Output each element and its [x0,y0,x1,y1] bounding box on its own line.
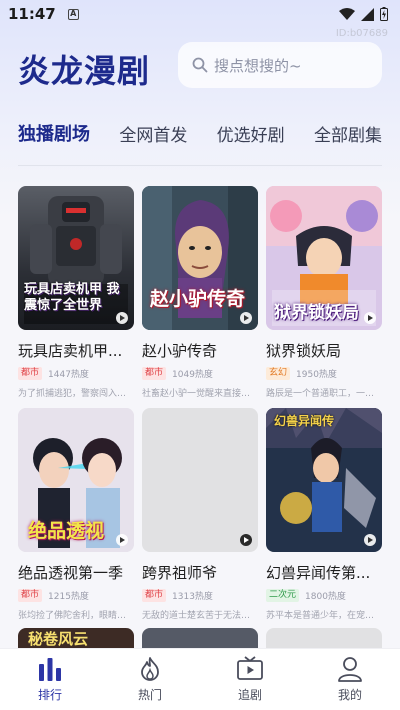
nav-hot[interactable]: 热门 [110,656,190,703]
drama-cover[interactable]: 秘卷风云 [18,628,134,648]
drama-card[interactable]: 玩具店卖机甲 我震惊了全世界 玩具店卖机甲... 都市 1447热度 为了抓捕逃… [18,186,134,408]
cover-title-text: 狱界锁妖局 [274,303,359,323]
cover-title-text: 秘卷风云 [28,630,89,648]
user-icon [338,657,362,682]
tabs-divider [18,165,382,166]
genre-tag: 二次元 [266,589,300,602]
play-icon [116,312,128,324]
drama-desc: 路辰是一个普通职工，一次... [266,389,382,399]
wifi-icon [339,7,355,20]
cover-title-text: 幻兽异闻传 [274,414,335,428]
genre-tag: 都市 [18,589,43,602]
app-title: 炎龙漫剧 [18,52,151,90]
watermark: ID:b07689 [335,28,388,39]
cover-title-text: 绝品透视 [28,520,105,542]
drama-cover[interactable]: 绝品透视 [18,408,134,552]
play-icon [364,534,376,546]
heat-count: 1800热度 [305,592,346,602]
play-icon [364,312,376,324]
drama-desc: 张均捡了佛陀舍利，眼睛突... [18,611,134,621]
drama-card[interactable]: 跨界祖师爷 都市 1313热度 无敌的道士楚玄苦于无法飞... [142,408,258,630]
drama-title[interactable]: 绝品透视第一季 [18,562,134,583]
drama-card[interactable]: 幻兽异闻传 幻兽异闻传第... 二次元 1800热度 苏平本是普通少年，在宠兽.… [266,408,382,630]
heat-count: 1313热度 [172,592,213,602]
heat-count: 1950热度 [296,370,337,380]
nav-label: 排行 [37,688,62,702]
drama-cover[interactable] [266,628,382,648]
nav-ranking[interactable]: 排行 [10,656,90,703]
status-bar: 11:47 A [0,0,400,28]
drama-title[interactable]: 玩具店卖机甲... [18,340,134,361]
flame-icon [141,657,159,681]
heat-count: 1049热度 [172,370,213,380]
drama-card[interactable]: 绝品透视 绝品透视第一季 都市 1215热度 张均捡了佛陀舍利，眼睛突... [18,408,134,630]
signal-icon [361,7,374,21]
cover-title-text: 玩具店卖机甲 我震惊了全世界 [24,282,120,313]
tab-selected[interactable]: 优选好剧 [217,121,285,146]
heat-count: 1215热度 [48,592,89,602]
play-icon [116,534,128,546]
drama-card[interactable]: 狱界锁妖局 狱界锁妖局 玄幻 1950热度 路辰是一个普通职工，一次... [266,186,382,408]
category-tabs: 独播剧场 全网首发 优选好剧 全部剧集 [18,118,382,148]
heat-count: 1447热度 [48,370,89,380]
nav-follow[interactable]: 追剧 [210,656,290,703]
drama-title[interactable]: 狱界锁妖局 [266,340,382,361]
genre-tag: 都市 [142,589,167,602]
drama-title[interactable]: 跨界祖师爷 [142,562,258,583]
drama-desc: 苏平本是普通少年，在宠兽... [266,611,382,621]
nav-label: 热门 [137,688,162,702]
drama-title[interactable]: 幻兽异闻传第... [266,562,382,583]
bottom-nav: 排行 热门 追剧 我的 [0,648,400,710]
search-input[interactable]: 搜点想搜的~ [178,42,382,88]
battery-icon [380,7,388,21]
cover-title-text: 赵小驴传奇 [150,288,246,310]
tab-premiere[interactable]: 全网首发 [119,121,187,146]
drama-cover[interactable]: 幻兽异闻传 [266,408,382,552]
search-placeholder: 搜点想搜的~ [214,56,302,75]
nav-mine[interactable]: 我的 [310,656,390,703]
drama-cover[interactable] [142,408,258,552]
drama-grid: 玩具店卖机甲 我震惊了全世界 玩具店卖机甲... 都市 1447热度 为了抓捕逃… [18,186,382,630]
drama-title[interactable]: 赵小驴传奇 [142,340,258,361]
status-time: 11:47 [8,5,56,23]
bar-chart-icon [39,658,61,681]
drama-card[interactable]: 赵小驴传奇 赵小驴传奇 都市 1049热度 社畜赵小驴一觉醒来直接占... [142,186,258,408]
genre-tag: 玄幻 [266,367,291,380]
drama-grid-next-row: 秘卷风云 [18,628,382,648]
nav-label: 我的 [337,688,362,702]
drama-cover[interactable]: 狱界锁妖局 [266,186,382,330]
tab-all[interactable]: 全部剧集 [314,121,382,146]
drama-desc: 社畜赵小驴一觉醒来直接占... [142,389,258,399]
a-notification-icon: A [67,8,79,20]
search-icon [192,57,208,73]
genre-tag: 都市 [142,367,167,380]
drama-cover[interactable]: 玩具店卖机甲 我震惊了全世界 [18,186,134,330]
drama-cover[interactable]: 赵小驴传奇 [142,186,258,330]
nav-label: 追剧 [237,688,262,702]
drama-desc: 无敌的道士楚玄苦于无法飞... [142,611,258,621]
genre-tag: 都市 [18,367,43,380]
header: 炎龙漫剧 搜点想搜的~ [0,40,400,96]
play-icon [240,312,252,324]
drama-desc: 为了抓捕逃犯，警察闯入了... [18,389,134,399]
tv-icon [237,656,263,680]
drama-cover[interactable] [142,628,258,648]
play-icon [240,534,252,546]
tab-exclusive[interactable]: 独播剧场 [18,120,90,146]
